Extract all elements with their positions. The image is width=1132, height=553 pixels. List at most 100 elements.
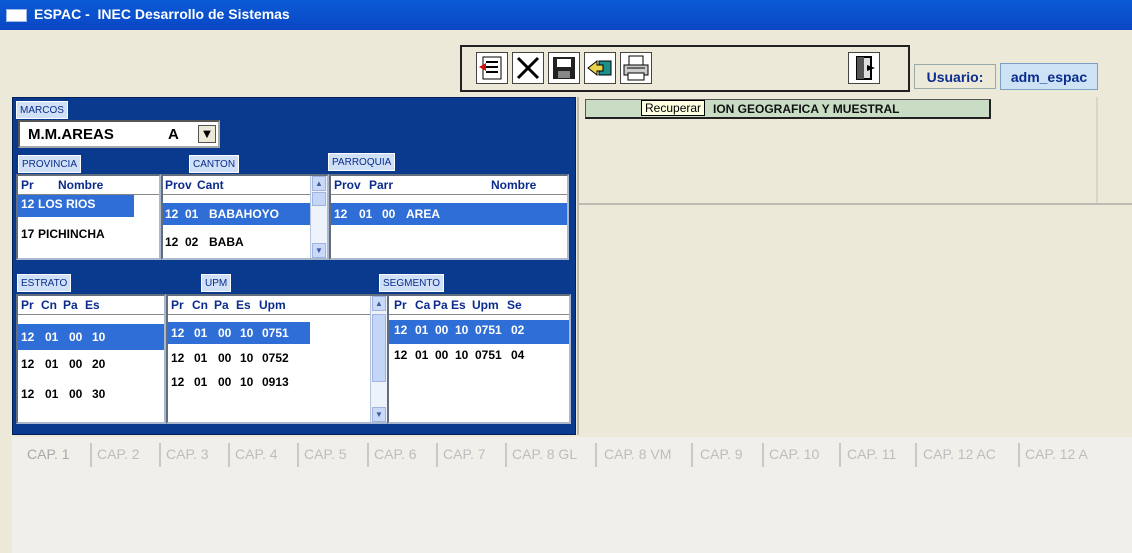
segmento-row-0-se: 02: [511, 323, 525, 337]
col-pa: Pa: [214, 298, 229, 312]
scroll-thumb[interactable]: [372, 314, 386, 382]
col-upm: Upm: [259, 298, 286, 312]
col-ca: Ca: [415, 298, 431, 312]
app-window-icon: [6, 9, 27, 22]
upm-grid: Pr Cn Pa Es Upm 12 01 00 10 0751 12 01 0…: [166, 294, 389, 424]
close-x-icon[interactable]: [512, 52, 544, 84]
tab-cap-12-ac[interactable]: CAP. 12 AC: [923, 446, 996, 462]
marcos-code: A: [168, 126, 179, 143]
print-icon[interactable]: [620, 52, 652, 84]
segmento-row-1-se[interactable]: 04: [511, 346, 524, 364]
provincia-row-1-nombre[interactable]: PICHINCHA: [38, 225, 105, 243]
estrato-header-row: Pr Cn Pa Es: [18, 296, 164, 315]
segmento-row-1-upm[interactable]: 0751: [475, 346, 502, 364]
tab-cap-4[interactable]: CAP. 4: [235, 446, 278, 462]
upm-row-1-pr[interactable]: 12: [171, 349, 184, 367]
canton-header-row: Prov Cant: [163, 176, 327, 195]
scroll-down-icon[interactable]: ▼: [312, 243, 326, 258]
col-cn: Cn: [41, 298, 57, 312]
scroll-up-icon[interactable]: ▲: [312, 176, 326, 191]
upm-row-2-upm[interactable]: 0913: [262, 373, 289, 391]
tab-cap-9[interactable]: CAP. 9: [700, 446, 743, 462]
estrato-row-2-cn[interactable]: 01: [45, 385, 58, 403]
tab-cap-5[interactable]: CAP. 5: [304, 446, 347, 462]
upm-row-1-pa[interactable]: 00: [218, 349, 231, 367]
estrato-row-1-es[interactable]: 20: [92, 355, 105, 373]
col-nombre: Nombre: [491, 178, 537, 192]
col-pr: Pr: [21, 298, 34, 312]
marcos-select[interactable]: M.M.AREAS A ▼: [18, 120, 220, 148]
segmento-row-1-pa[interactable]: 00: [435, 346, 448, 364]
list-doc-icon[interactable]: [476, 52, 508, 84]
upm-row-0-es: 10: [240, 326, 254, 340]
col-pr: Pr: [171, 298, 184, 312]
panel-divider: [577, 203, 1132, 205]
segmento-row-1-pr[interactable]: 12: [394, 346, 407, 364]
tooltip-recuperar: Recuperar: [641, 100, 706, 116]
canton-scrollbar[interactable]: ▲ ▼: [310, 176, 327, 258]
segmento-row-1-es[interactable]: 10: [455, 346, 468, 364]
col-pr: Pr: [394, 298, 407, 312]
provincia-header-row: Pr Nombre: [18, 176, 159, 195]
canton-row-0-cant: 01: [185, 207, 199, 221]
table-row-selected[interactable]: [18, 324, 164, 350]
estrato-row-1-pa[interactable]: 00: [69, 355, 82, 373]
tab-cap-6[interactable]: CAP. 6: [374, 446, 417, 462]
marcos-header: MARCOS: [16, 101, 68, 119]
col-upm: Upm: [472, 298, 499, 312]
segmento-row-1-ca[interactable]: 01: [415, 346, 428, 364]
tab-cap-10[interactable]: CAP. 10: [769, 446, 819, 462]
tab-cap-1[interactable]: CAP. 1: [27, 446, 70, 462]
segmento-row-0-pa: 00: [435, 323, 449, 337]
provincia-row-1-pr[interactable]: 17: [21, 225, 34, 243]
parroquia-header-row: Prov Parr Nombre: [331, 176, 567, 195]
geo-panel: ION GEOGRAFICA Y MUESTRAL: [577, 97, 1132, 435]
save-disk-icon[interactable]: [548, 52, 580, 84]
tab-cap-8-vm[interactable]: CAP. 8 VM: [604, 446, 671, 462]
estrato-row-2-pa[interactable]: 00: [69, 385, 82, 403]
upm-row-1-upm[interactable]: 0752: [262, 349, 289, 367]
canton-row-1-prov[interactable]: 12: [165, 233, 178, 251]
scroll-thumb[interactable]: [312, 192, 326, 206]
scroll-down-icon[interactable]: ▼: [372, 407, 386, 422]
canton-row-1-nombre[interactable]: BABA: [209, 233, 244, 251]
estrato-grid: Pr Cn Pa Es 12 01 00 10 12 01 00 20 12 0…: [16, 294, 166, 424]
estrato-row-2-es[interactable]: 30: [92, 385, 105, 403]
tab-cap-3[interactable]: CAP. 3: [166, 446, 209, 462]
provincia-grid: Pr Nombre 12 LOS RIOS 17 PICHINCHA: [16, 174, 161, 260]
tab-cap-8-gl[interactable]: CAP. 8 GL: [512, 446, 577, 462]
segmento-header-row: Pr Ca Pa Es Upm Se: [389, 296, 569, 315]
estrato-row-1-pr[interactable]: 12: [21, 355, 34, 373]
user-label: Usuario:: [914, 64, 996, 89]
tab-cap-2[interactable]: CAP. 2: [97, 446, 140, 462]
parroquia-row-0-parr: 00: [382, 207, 396, 221]
upm-row-1-es[interactable]: 10: [240, 349, 253, 367]
upm-row-1-cn[interactable]: 01: [194, 349, 207, 367]
chapter-tabs: CAP. 1 CAP. 2 CAP. 3 CAP. 4 CAP. 5 CAP. …: [12, 437, 1132, 553]
user-value: adm_espac: [1000, 63, 1098, 90]
upm-row-2-cn[interactable]: 01: [194, 373, 207, 391]
upm-row-2-es[interactable]: 10: [240, 373, 253, 391]
col-cn: Cn: [192, 298, 208, 312]
estrato-row-2-pr[interactable]: 12: [21, 385, 34, 403]
estrato-header: ESTRATO: [17, 274, 72, 292]
upm-scrollbar[interactable]: ▲ ▼: [370, 296, 387, 422]
estrato-row-1-cn[interactable]: 01: [45, 355, 58, 373]
tab-cap-7[interactable]: CAP. 7: [443, 446, 486, 462]
col-se: Se: [507, 298, 522, 312]
upm-row-2-pa[interactable]: 00: [218, 373, 231, 391]
exit-door-icon[interactable]: [848, 52, 880, 84]
upm-row-0-pr: 12: [171, 326, 185, 340]
estrato-row-0-cn: 01: [45, 330, 59, 344]
chevron-down-icon[interactable]: ▼: [198, 125, 216, 143]
marcos-selected-value: M.M.AREAS: [28, 126, 114, 143]
tab-cap-11[interactable]: CAP. 11: [847, 446, 896, 462]
window-title: ESPAC - INEC Desarrollo de Sistemas: [34, 6, 290, 22]
marcos-panel: MARCOS M.M.AREAS A ▼ PROVINCIA Pr Nombre…: [12, 97, 576, 435]
recover-arrow-icon[interactable]: [584, 52, 616, 84]
upm-row-2-pr[interactable]: 12: [171, 373, 184, 391]
canton-row-1-cant[interactable]: 02: [185, 233, 198, 251]
tab-cap-12-a[interactable]: CAP. 12 A: [1025, 446, 1088, 462]
scroll-up-icon[interactable]: ▲: [372, 296, 386, 311]
segmento-row-0-upm: 0751: [475, 323, 502, 337]
